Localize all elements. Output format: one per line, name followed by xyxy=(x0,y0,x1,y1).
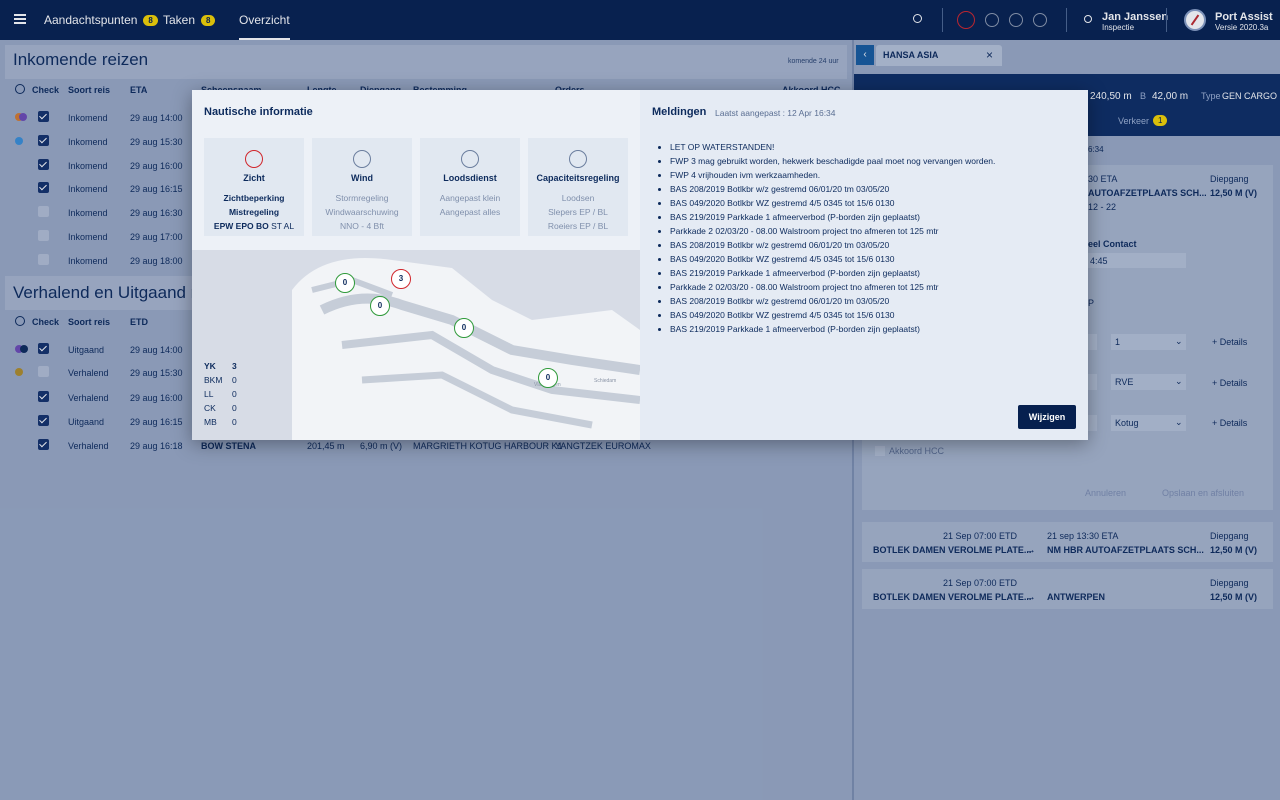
card-line: Roeiers EP / BL xyxy=(547,221,609,231)
wijzigen-button[interactable]: Wijzigen xyxy=(1018,405,1076,429)
pilot-icon xyxy=(461,150,479,168)
meldingen-updated: Laatst aangepast : 12 Apr 16:34 xyxy=(715,108,836,118)
card-line: EPW EPO BO ST AL xyxy=(204,221,304,231)
melding-item: BAS 208/2019 Botlkbr w/z gestremd 06/01/… xyxy=(658,238,1078,252)
card-line: Mistregeling xyxy=(228,207,280,217)
meldingen-panel: Meldingen Laatst aangepast : 12 Apr 16:3… xyxy=(640,90,1088,440)
legend-key: BKM xyxy=(204,375,223,385)
legend-value: 0 xyxy=(232,403,237,413)
card-title: Zicht xyxy=(243,173,265,183)
melding-item: BAS 208/2019 Botlkbr w/z gestremd 06/01/… xyxy=(658,182,1078,196)
map-marker[interactable]: 0 xyxy=(370,296,390,316)
card-line: Loodsen xyxy=(561,193,595,203)
card-line: NNO - 4 Bft xyxy=(340,221,384,231)
legend-value: 0 xyxy=(232,417,237,427)
melding-item: BAS 219/2019 Parkkade 1 afmeerverbod (P-… xyxy=(658,266,1078,280)
melding-item: BAS 219/2019 Parkkade 1 afmeerverbod (P-… xyxy=(658,210,1078,224)
legend-key: YK xyxy=(204,361,216,371)
map-marker[interactable]: 3 xyxy=(391,269,411,289)
melding-item: BAS 049/2020 Botlkbr WZ gestremd 4/5 034… xyxy=(658,252,1078,266)
card-title: Loodsdienst xyxy=(443,173,497,183)
card-line-rest: ST AL xyxy=(268,221,295,231)
melding-item: BAS 049/2020 Botlkbr WZ gestremd 4/5 034… xyxy=(658,308,1078,322)
meldingen-title: Meldingen xyxy=(652,106,707,118)
card-line: Slepers EP / BL xyxy=(548,207,608,217)
map-marker[interactable]: 0 xyxy=(335,273,355,293)
card-zicht[interactable]: Zicht Zichtbeperking Mistregeling EPW EP… xyxy=(204,138,304,236)
map-marker[interactable]: 0 xyxy=(454,318,474,338)
melding-item: BAS 219/2019 Parkkade 1 afmeerverbod (P-… xyxy=(658,322,1078,336)
card-line: Windwaarschuwing xyxy=(325,207,399,217)
harbour-map[interactable]: Vlaardingen Schiedam 0 3 0 0 0 YK 3 BKM … xyxy=(192,250,640,440)
melding-item: FWP 4 vrijhouden ivm werkzaamheden. xyxy=(658,168,1078,182)
card-wind[interactable]: Wind Stormregeling Windwaarschuwing NNO … xyxy=(312,138,412,236)
legend-key: CK xyxy=(204,403,216,413)
visibility-icon xyxy=(245,150,263,168)
melding-item: Parkkade 2 02/03/20 - 08.00 Walstroom pr… xyxy=(658,224,1078,238)
nautical-info-modal: Nautische informatie Zicht Zichtbeperkin… xyxy=(192,90,1088,440)
nautical-panel: Nautische informatie Zicht Zichtbeperkin… xyxy=(192,90,640,440)
map-water: Vlaardingen Schiedam xyxy=(292,258,640,440)
card-line: Aangepast klein xyxy=(439,193,501,203)
card-line: Zichtbeperking xyxy=(223,193,285,203)
meldingen-list: LET OP WATERSTANDEN! FWP 3 mag gebruikt w… xyxy=(658,140,1078,336)
card-loodsdienst[interactable]: Loodsdienst Aangepast klein Aangepast al… xyxy=(420,138,520,236)
legend-key: MB xyxy=(204,417,217,427)
legend-value: 0 xyxy=(232,389,237,399)
melding-item: BAS 049/2020 Botlkbr WZ gestremd 4/5 034… xyxy=(658,196,1078,210)
modal-title: Nautische informatie xyxy=(204,106,313,118)
map-marker[interactable]: 0 xyxy=(538,368,558,388)
card-title: Wind xyxy=(351,173,373,183)
card-line-bold: EPW EPO BO xyxy=(213,221,269,231)
legend-value: 3 xyxy=(232,361,237,371)
melding-item: BAS 208/2019 Botlkbr w/z gestremd 06/01/… xyxy=(658,294,1078,308)
card-line: Stormregeling xyxy=(335,193,389,203)
legend-value: 0 xyxy=(232,375,237,385)
wind-icon xyxy=(353,150,371,168)
card-line: Aangepast alles xyxy=(439,207,501,217)
melding-item: LET OP WATERSTANDEN! xyxy=(658,140,1078,154)
card-title: Capaciteitsregeling xyxy=(536,173,620,183)
melding-item: FWP 3 mag gebruikt worden, hekwerk besch… xyxy=(658,154,1078,168)
card-capaciteit[interactable]: Capaciteitsregeling Loodsen Slepers EP /… xyxy=(528,138,628,236)
capacity-icon xyxy=(569,150,587,168)
map-label: Schiedam xyxy=(594,378,616,384)
melding-item: Parkkade 2 02/03/20 - 08.00 Walstroom pr… xyxy=(658,280,1078,294)
legend-key: LL xyxy=(204,389,214,399)
